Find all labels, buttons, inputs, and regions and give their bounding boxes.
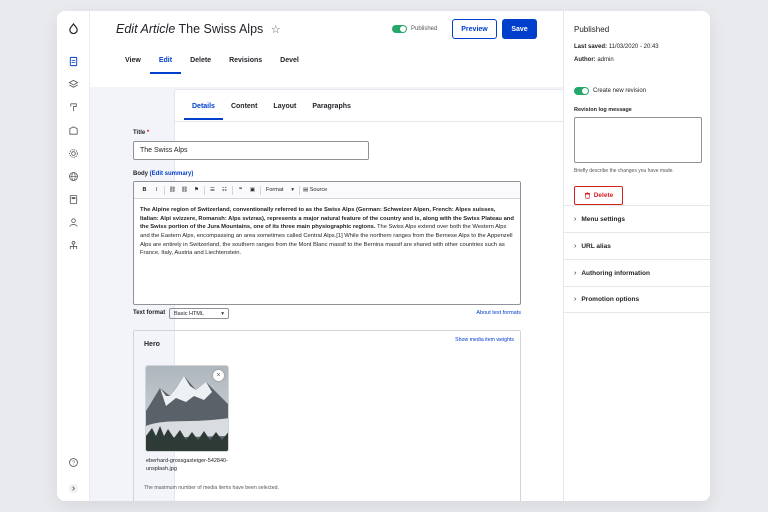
revision-help-text: Briefly describe the changes you have ma… <box>574 168 674 174</box>
title-label: Title * <box>133 130 150 136</box>
globe-icon[interactable] <box>67 170 80 183</box>
revision-log-textarea[interactable] <box>574 117 702 163</box>
status-title: Published <box>574 25 610 34</box>
tab-revisions[interactable]: Revisions <box>220 54 271 74</box>
text-format-row: Text format Basic HTML ▾ About text forma… <box>133 308 521 320</box>
body-label: Body (Edit summary) <box>133 171 194 177</box>
published-toggle[interactable]: Published <box>392 25 437 33</box>
tab-layout[interactable]: Layout <box>265 103 304 120</box>
save-button[interactable]: Save <box>502 19 537 39</box>
delete-button[interactable]: Delete <box>574 186 623 205</box>
editor-content[interactable]: The Alpine region of Switzerland, conven… <box>134 199 520 265</box>
chevron-down-icon: ▾ <box>291 187 294 193</box>
edit-summary-link[interactable]: (Edit summary) <box>150 171 194 177</box>
svg-text:?: ? <box>72 461 75 467</box>
editor-toolbar: B I ⛓ ⛓ ⚑ ☰ ☷ ❝ ▣ Format ▾ ▤ Source <box>134 182 520 199</box>
tab-devel[interactable]: Devel <box>271 54 308 74</box>
media-file-name: eberhard-grossgasteiger-542840-unsplash.… <box>146 458 228 473</box>
accordion-url-alias[interactable]: › URL alias <box>564 232 710 259</box>
remove-media-button[interactable]: × <box>213 370 224 381</box>
hero-media-field: Hero Show media item weights × eberhard-… <box>133 330 521 501</box>
revision-log-label: Revision log message <box>574 107 632 113</box>
secondary-tabs: Details Content Layout Paragraphs <box>184 103 359 120</box>
title-name: The Swiss Alps <box>178 22 264 36</box>
accordion-menu-settings[interactable]: › Menu settings <box>564 205 710 232</box>
chevron-right-icon: › <box>574 215 577 223</box>
structure-icon[interactable] <box>67 78 80 91</box>
org-icon[interactable] <box>67 239 80 252</box>
format-dropdown[interactable]: Format ▾ <box>264 187 296 193</box>
content-icon[interactable] <box>67 55 80 68</box>
chevron-right-icon: › <box>574 296 577 303</box>
page-header: Edit Article The Swiss Alps ☆ Published … <box>90 11 563 87</box>
star-icon[interactable]: ☆ <box>271 24 281 36</box>
chevron-right-icon: › <box>574 269 577 277</box>
trash-icon <box>584 192 590 199</box>
last-saved: Last saved: 11/03/2020 - 20:43 <box>574 44 659 50</box>
chevron-right-icon: › <box>574 242 577 250</box>
image-icon[interactable]: ▣ <box>248 187 257 193</box>
source-button[interactable]: ▤ Source <box>303 187 327 193</box>
drupal-logo-icon[interactable] <box>67 22 80 35</box>
tab-view[interactable]: View <box>116 54 150 74</box>
bulleted-list-icon[interactable]: ☰ <box>208 187 217 193</box>
body-editor[interactable]: B I ⛓ ⛓ ⚑ ☰ ☷ ❝ ▣ Format ▾ ▤ Source The A… <box>133 181 521 305</box>
media-limit-note: The maximum number of media items have b… <box>144 485 279 491</box>
tab-content[interactable]: Content <box>223 103 265 120</box>
accordion-promotion-options[interactable]: › Promotion options <box>564 286 710 313</box>
meta-sidebar: Published Last saved: 11/03/2020 - 20:43… <box>563 11 710 501</box>
people-icon[interactable] <box>67 216 80 229</box>
text-format-label: Text format <box>133 310 166 316</box>
required-marker: * <box>146 130 150 136</box>
title-input[interactable]: The Swiss Alps <box>133 141 369 160</box>
chevron-down-icon: ▾ <box>221 310 224 317</box>
app-window: ? Edit Article The Swiss Alps ☆ Publishe… <box>57 11 710 501</box>
collapse-icon[interactable] <box>67 482 80 495</box>
blockquote-icon[interactable]: ❝ <box>236 187 245 193</box>
primary-tabs: View Edit Delete Revisions Devel <box>116 54 308 74</box>
toggle-switch[interactable] <box>392 25 407 33</box>
left-nav: ? <box>57 11 90 501</box>
numbered-list-icon[interactable]: ☷ <box>220 187 229 193</box>
show-weights-link[interactable]: Show media item weights <box>455 337 514 343</box>
unlink-icon[interactable]: ⛓ <box>180 187 189 193</box>
hero-title: Hero <box>144 341 160 348</box>
page-title: Edit Article The Swiss Alps ☆ <box>116 22 281 36</box>
about-text-formats-link[interactable]: About text formats <box>476 310 521 316</box>
tab-edit[interactable]: Edit <box>149 54 182 74</box>
tab-paragraphs[interactable]: Paragraphs <box>304 103 359 120</box>
tab-delete[interactable]: Delete <box>181 54 220 74</box>
published-label: Published <box>411 26 438 32</box>
preview-button[interactable]: Preview <box>452 19 497 39</box>
anchor-icon[interactable]: ⚑ <box>192 187 201 193</box>
author: Author: admin <box>574 57 614 63</box>
toggle-switch[interactable] <box>574 87 589 95</box>
appearance-icon[interactable] <box>67 101 80 114</box>
tab-details[interactable]: Details <box>184 103 223 120</box>
title-prefix: Edit Article <box>116 22 176 36</box>
new-revision-label: Create new revision <box>593 88 647 94</box>
italic-button[interactable]: I <box>152 187 161 193</box>
text-format-select[interactable]: Basic HTML ▾ <box>169 308 229 319</box>
bold-button[interactable]: B <box>140 187 149 193</box>
extend-icon[interactable] <box>67 124 80 137</box>
config-icon[interactable] <box>67 147 80 160</box>
tabs-divider <box>175 121 593 122</box>
new-revision-toggle[interactable]: Create new revision <box>574 87 646 95</box>
accordion-authoring-information[interactable]: › Authoring information <box>564 259 710 286</box>
help-icon[interactable]: ? <box>67 456 80 469</box>
reports-icon[interactable] <box>67 193 80 206</box>
link-icon[interactable]: ⛓ <box>168 187 177 193</box>
